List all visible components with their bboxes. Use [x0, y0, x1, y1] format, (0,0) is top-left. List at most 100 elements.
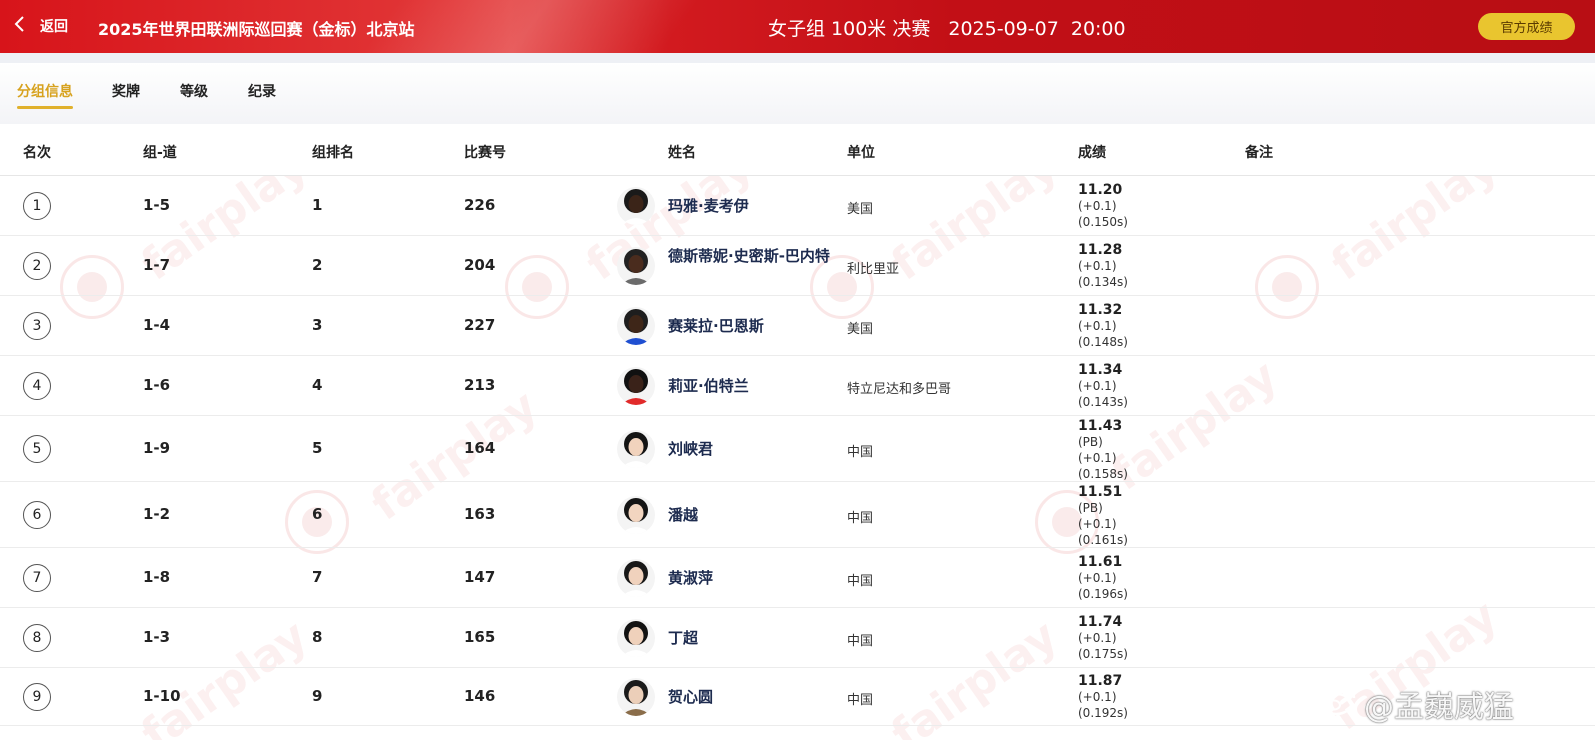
table-row[interactable]: 8 1-3 8 165 丁超 中国 11.74 (+0.1) (0.175s)	[0, 608, 1595, 668]
group-rank-cell: 8	[312, 628, 323, 646]
result-detail: (+0.1)	[1078, 571, 1117, 585]
group-rank-cell: 9	[312, 687, 323, 705]
bib-cell: 164	[464, 439, 496, 457]
result-time: 11.74	[1078, 614, 1123, 630]
header-unit: 单位	[847, 145, 875, 161]
athlete-name[interactable]: 德斯蒂妮·史密斯-巴内特	[668, 246, 830, 266]
race-datetime: 2025-09-07 20:00	[948, 18, 1126, 40]
tab-bar: 分组信息 奖牌 等级 纪录	[0, 63, 1595, 124]
header-note: 备注	[1245, 145, 1273, 161]
weibo-handle: @孟巍威猛	[1364, 690, 1514, 725]
result-time: 11.61	[1078, 554, 1123, 570]
back-button[interactable]: 返回	[14, 15, 68, 37]
result-detail: (+0.1)	[1078, 517, 1117, 531]
athlete-name[interactable]: 玛雅·麦考伊	[668, 196, 830, 216]
bib-cell: 226	[464, 196, 496, 214]
rank-badge: 8	[23, 624, 51, 652]
result-detail: (+0.1)	[1078, 379, 1117, 393]
rank-badge: 3	[23, 312, 51, 340]
group-rank-cell: 2	[312, 256, 323, 274]
bib-cell: 146	[464, 687, 496, 705]
table-row[interactable]: 5 1-9 5 164 刘峡君 中国 11.43 (PB) (+0.1) (0.158s)	[0, 416, 1595, 482]
result-cell: 11.28 (+0.1) (0.134s)	[1078, 242, 1128, 290]
bib-cell: 165	[464, 628, 496, 646]
athlete-unit: 美国	[847, 202, 874, 217]
result-time: 11.20	[1078, 182, 1123, 198]
header-result: 成绩	[1078, 145, 1106, 161]
result-cell: 11.51 (PB) (+0.1) (0.161s)	[1078, 484, 1128, 548]
result-detail: (0.175s)	[1078, 647, 1128, 661]
event-title: 2025年世界田联洲际巡回赛（金标）北京站	[98, 20, 415, 39]
group-lane-cell: 1-2	[143, 505, 171, 523]
group-lane-cell: 1-4	[143, 316, 171, 334]
group-lane-cell: 1-8	[143, 568, 171, 586]
result-detail: (0.148s)	[1078, 335, 1128, 349]
group-rank-cell: 1	[312, 196, 323, 214]
header-bib: 比赛号	[464, 145, 506, 161]
result-detail: (+0.1)	[1078, 319, 1117, 333]
result-cell: 11.32 (+0.1) (0.148s)	[1078, 302, 1128, 350]
group-lane-cell: 1-6	[143, 376, 171, 394]
athlete-name[interactable]: 赛莱拉·巴恩斯	[668, 316, 830, 336]
group-lane-cell: 1-9	[143, 439, 171, 457]
athlete-unit: 中国	[847, 511, 874, 526]
result-detail: (+0.1)	[1078, 631, 1117, 645]
athlete-name[interactable]: 刘峡君	[668, 439, 830, 459]
athlete-name[interactable]: 贺心圆	[668, 687, 830, 707]
race-name: 女子组 100米 决赛	[768, 18, 931, 40]
result-cell: 11.61 (+0.1) (0.196s)	[1078, 554, 1128, 602]
result-detail: (+0.1)	[1078, 451, 1117, 465]
group-rank-cell: 7	[312, 568, 323, 586]
athlete-unit: 美国	[847, 322, 874, 337]
bib-cell: 147	[464, 568, 496, 586]
athlete-name[interactable]: 莉亚·伯特兰	[668, 376, 830, 396]
athlete-unit: 中国	[847, 693, 874, 708]
result-cell: 11.34 (+0.1) (0.143s)	[1078, 362, 1128, 410]
header-rank: 名次	[23, 145, 51, 161]
result-time: 11.43	[1078, 418, 1123, 434]
weibo-watermark: @孟巍威猛	[1318, 684, 1514, 725]
athlete-avatar	[617, 307, 655, 345]
group-lane-cell: 1-5	[143, 196, 171, 214]
result-detail: (0.161s)	[1078, 533, 1128, 547]
rank-badge: 7	[23, 564, 51, 592]
table-row[interactable]: 7 1-8 7 147 黄淑萍 中国 11.61 (+0.1) (0.196s)	[0, 548, 1595, 608]
tab-grades[interactable]: 等级	[180, 81, 208, 101]
result-detail: (0.150s)	[1078, 215, 1128, 229]
athlete-avatar	[617, 247, 655, 285]
result-time: 11.51	[1078, 484, 1123, 500]
active-tab-indicator	[17, 106, 73, 109]
athlete-avatar	[617, 678, 655, 716]
table-row[interactable]: 4 1-6 4 213 莉亚·伯特兰 特立尼达和多巴哥 11.34 (+0.1) (0.143s…	[0, 356, 1595, 416]
result-detail: (+0.1)	[1078, 259, 1117, 273]
table-row[interactable]: 1 1-5 1 226 玛雅·麦考伊 美国 11.20 (+0.1) (0.150s)	[0, 176, 1595, 236]
back-chevron-icon	[14, 15, 26, 37]
result-time: 11.32	[1078, 302, 1123, 318]
table-row[interactable]: 6 1-2 6 163 潘越 中国 11.51 (PB) (+0.1) (0.161s)	[0, 482, 1595, 548]
top-header-bar: 返回 2025年世界田联洲际巡回赛（金标）北京站 女子组 100米 决赛 2025…	[0, 0, 1595, 53]
athlete-name[interactable]: 潘越	[668, 505, 830, 525]
athlete-name[interactable]: 丁超	[668, 628, 830, 648]
tab-records[interactable]: 纪录	[248, 81, 276, 101]
tab-medals[interactable]: 奖牌	[112, 81, 140, 101]
rank-badge: 1	[23, 192, 51, 220]
athlete-name[interactable]: 黄淑萍	[668, 568, 830, 588]
rank-badge: 9	[23, 683, 51, 711]
official-results-button[interactable]: 官方成绩	[1478, 13, 1575, 40]
result-time: 11.28	[1078, 242, 1123, 258]
group-rank-cell: 3	[312, 316, 323, 334]
result-time: 11.87	[1078, 673, 1123, 689]
athlete-unit: 中国	[847, 445, 874, 460]
athlete-avatar	[617, 559, 655, 597]
athlete-avatar	[617, 430, 655, 468]
rank-badge: 5	[23, 435, 51, 463]
bib-cell: 227	[464, 316, 496, 334]
table-row[interactable]: 2 1-7 2 204 德斯蒂妮·史密斯-巴内特 利比里亚 11.28 (+0.1) (0.13…	[0, 236, 1595, 296]
table-row[interactable]: 3 1-4 3 227 赛莱拉·巴恩斯 美国 11.32 (+0.1) (0.148s)	[0, 296, 1595, 356]
athlete-unit: 中国	[847, 574, 874, 589]
result-detail: (0.192s)	[1078, 706, 1128, 720]
athlete-unit: 利比里亚	[847, 262, 900, 277]
result-cell: 11.43 (PB) (+0.1) (0.158s)	[1078, 418, 1128, 482]
tab-group-info[interactable]: 分组信息	[17, 81, 73, 101]
rank-badge: 2	[23, 252, 51, 280]
